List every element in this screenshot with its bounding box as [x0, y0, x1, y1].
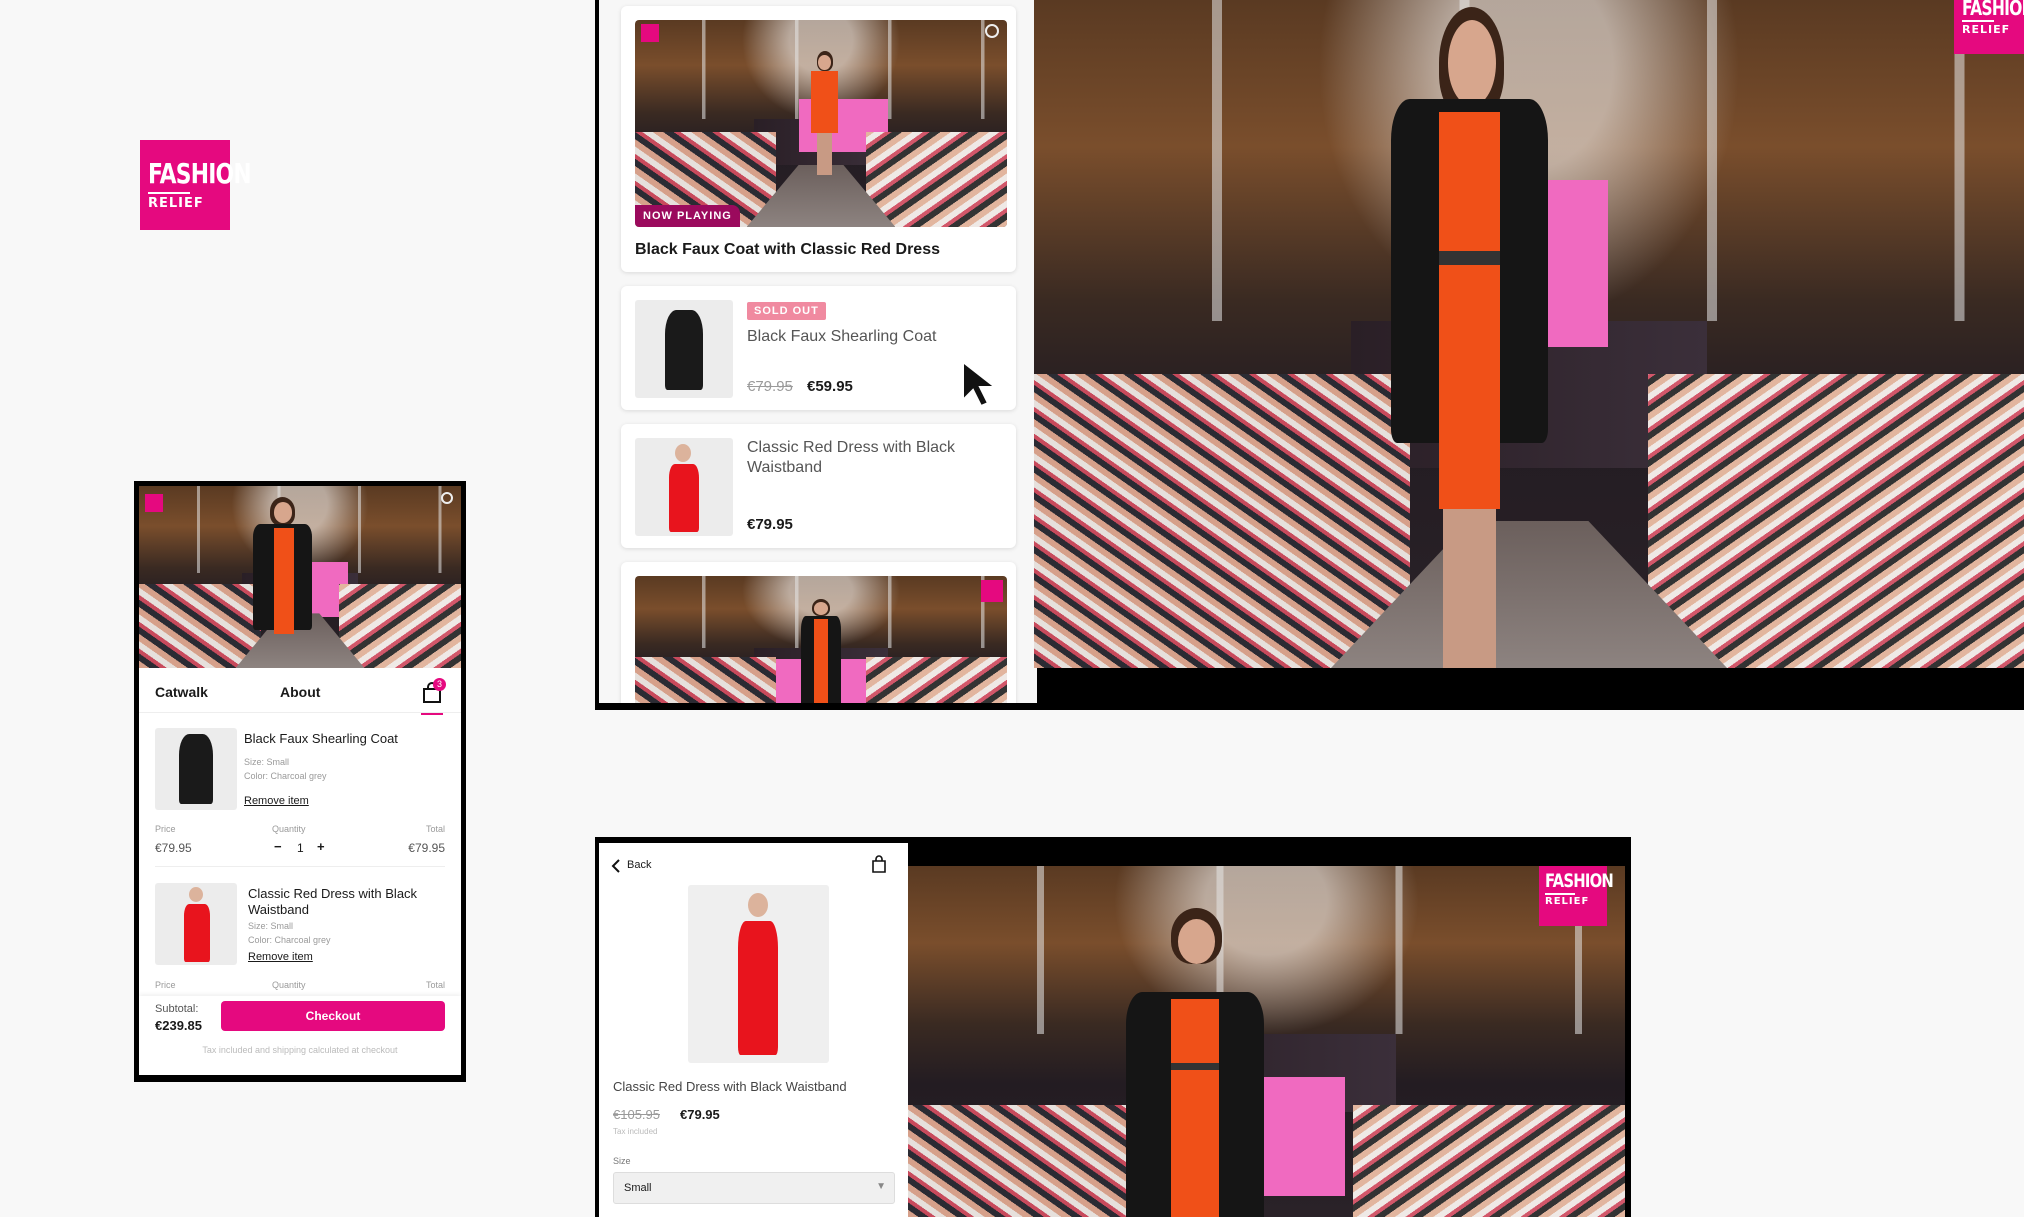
- item-divider: [155, 866, 445, 867]
- size-label: Size: [613, 1156, 631, 1166]
- cart-item-color: Color: Charcoal grey: [248, 935, 331, 945]
- product-image[interactable]: [688, 885, 829, 1063]
- quantity-label: Quantity: [272, 980, 306, 990]
- cart-count-badge: 3: [433, 678, 446, 691]
- cart-item-total: €79.95: [408, 841, 445, 855]
- total-label: Total: [425, 824, 445, 834]
- cart-item-thumbnail[interactable]: [155, 728, 237, 810]
- quantity-label: Quantity: [272, 824, 306, 834]
- playlist-video-card[interactable]: [621, 562, 1016, 703]
- cart-item-thumbnail[interactable]: [155, 883, 237, 965]
- product-old-price: €105.95: [613, 1107, 660, 1122]
- video-brand-line1: FASHION: [1962, 0, 2024, 20]
- cart-item-size: Size: Small: [244, 757, 290, 767]
- tab-catwalk[interactable]: Catwalk: [155, 684, 208, 700]
- product-thumbnail[interactable]: [635, 438, 733, 536]
- brand-logo-line1: FASHION: [148, 157, 252, 190]
- video-brand-logo: FASHION RELIEF: [1539, 866, 1614, 926]
- checkout-button[interactable]: Checkout: [221, 1001, 445, 1031]
- price-label: Price: [155, 824, 176, 834]
- playlist-item[interactable]: Classic Red Dress with Black Waistband €…: [621, 424, 1016, 548]
- chevron-down-icon: ▼: [876, 1181, 886, 1192]
- video-brand-line1: FASHION: [1545, 870, 1614, 892]
- video-brand-badge: [981, 580, 1003, 602]
- product-price: €59.95: [807, 378, 853, 395]
- quantity-value[interactable]: 1: [297, 841, 304, 855]
- subtotal-label: Subtotal:: [155, 1003, 199, 1015]
- video-brand-badge: [641, 24, 659, 42]
- cart-item-color: Color: Charcoal grey: [244, 771, 327, 781]
- playlist-panel: NOW PLAYING Black Faux Coat with Classic…: [599, 0, 1037, 703]
- tabs-divider: [139, 712, 461, 713]
- product-thumbnail[interactable]: [635, 300, 733, 398]
- video-brand-line2: RELIEF: [1962, 23, 2011, 36]
- subtotal-value: €239.85: [155, 1018, 202, 1033]
- video-brand-badge: [145, 494, 163, 512]
- remove-item-link[interactable]: Remove item: [248, 951, 313, 963]
- checkout-footer: Subtotal: €239.85 Checkout Tax included …: [139, 996, 461, 1075]
- product-name[interactable]: Black Faux Shearling Coat: [747, 328, 936, 346]
- product-detail-window: Back Classic Red Dress with Black Waistb…: [595, 837, 1631, 1217]
- product-name: Classic Red Dress with Black Waistband: [613, 1079, 847, 1094]
- price-label: Price: [155, 980, 176, 990]
- total-label: Total: [425, 980, 445, 990]
- featured-video-thumbnail[interactable]: NOW PLAYING: [635, 20, 1007, 227]
- quantity-decrease-button[interactable]: −: [274, 839, 282, 854]
- video-player-window: NOW PLAYING Black Faux Coat with Classic…: [595, 0, 2024, 710]
- size-select[interactable]: Small ▼: [613, 1172, 895, 1204]
- mobile-screen: Catwalk About 3 Black Faux Shearling Coa…: [139, 486, 461, 1075]
- sold-out-badge: SOLD OUT: [747, 302, 826, 320]
- brand-logo-divider: [148, 192, 190, 194]
- video-brand-divider: [1962, 20, 1994, 22]
- product-detail-panel: Back Classic Red Dress with Black Waistb…: [599, 843, 908, 1217]
- tab-cart[interactable]: 3: [421, 678, 446, 716]
- brand-logo-line2: RELIEF: [148, 196, 204, 211]
- video-brand-logo: FASHION RELIEF: [1954, 0, 2024, 54]
- size-select-value: Small: [624, 1182, 652, 1194]
- playlist-item[interactable]: SOLD OUT Black Faux Shearling Coat €79.9…: [621, 286, 1016, 410]
- now-playing-badge: NOW PLAYING: [635, 205, 740, 227]
- brand-logo: FASHION RELIEF: [140, 140, 252, 230]
- product-price: €79.95: [680, 1107, 720, 1122]
- product-price: €79.95: [747, 516, 793, 533]
- mobile-video-frame[interactable]: [139, 486, 461, 668]
- mouse-cursor-icon: [962, 360, 998, 408]
- tab-about[interactable]: About: [280, 684, 320, 700]
- designer-badge-icon: [985, 24, 999, 38]
- cart-item-name[interactable]: Black Faux Shearling Coat: [244, 731, 398, 746]
- cart-item-size: Size: Small: [248, 921, 294, 931]
- product-name[interactable]: Classic Red Dress with Black Waistband: [747, 438, 967, 478]
- quantity-increase-button[interactable]: +: [317, 839, 325, 854]
- designer-badge-icon: [441, 492, 453, 504]
- video-brand-line2: RELIEF: [1545, 896, 1590, 907]
- shopping-bag-icon[interactable]: [871, 855, 887, 873]
- video-thumbnail[interactable]: [635, 576, 1007, 703]
- product-video-frame[interactable]: FASHION RELIEF: [908, 866, 1625, 1217]
- back-button[interactable]: Back: [627, 859, 651, 871]
- mobile-cart-window: Catwalk About 3 Black Faux Shearling Coa…: [134, 481, 466, 1082]
- featured-video-title[interactable]: Black Faux Coat with Classic Red Dress: [635, 241, 940, 259]
- featured-video-card[interactable]: NOW PLAYING Black Faux Coat with Classic…: [621, 6, 1016, 272]
- cart-item-price: €79.95: [155, 841, 192, 855]
- product-old-price: €79.95: [747, 378, 793, 395]
- main-video-frame[interactable]: FASHION RELIEF: [1034, 0, 2024, 668]
- tax-note: Tax included and shipping calculated at …: [202, 1045, 398, 1055]
- video-brand-divider: [1545, 893, 1575, 895]
- back-chevron-icon[interactable]: [611, 859, 621, 873]
- tax-included-note: Tax included: [613, 1127, 658, 1136]
- cart-item-name[interactable]: Classic Red Dress with Black Waistband: [248, 886, 448, 918]
- remove-item-link[interactable]: Remove item: [244, 795, 309, 807]
